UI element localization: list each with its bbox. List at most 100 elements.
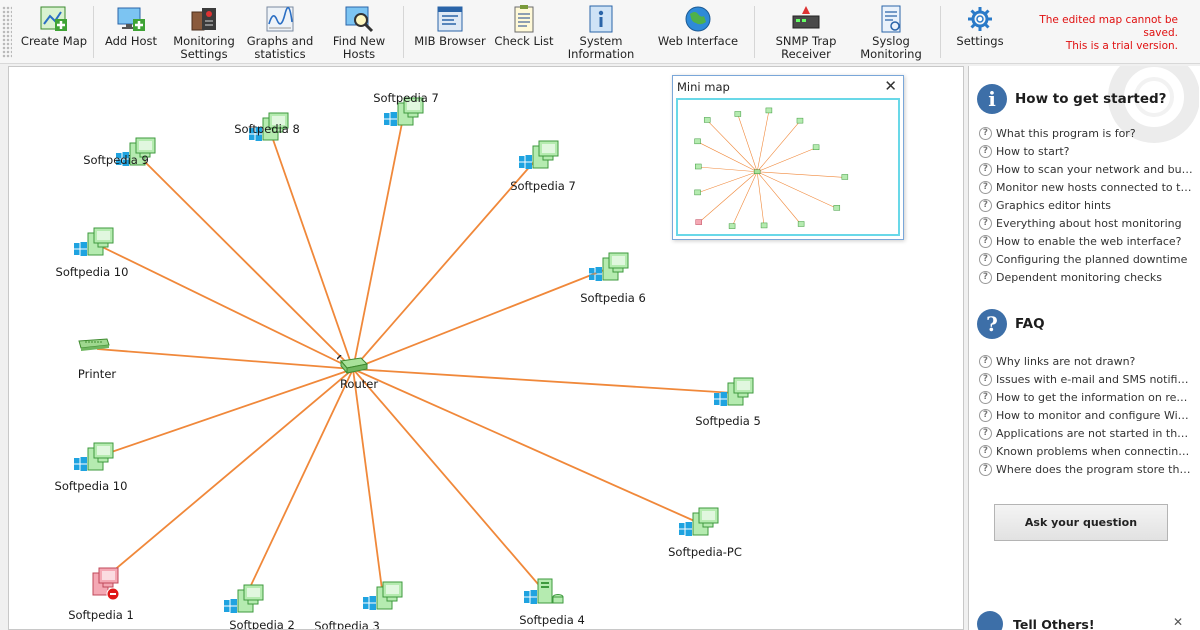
host-label: Printer <box>77 367 117 381</box>
computer-icon <box>714 377 756 415</box>
host-node[interactable]: Softpedia 10 <box>55 442 127 493</box>
help-link-item[interactable]: ? Where does the program store the data? <box>979 460 1193 478</box>
mini-map-window[interactable]: Mini map ✕ <box>672 75 904 240</box>
faq-header: ? FAQ <box>977 309 1045 339</box>
get-started-header: i How to get started? <box>977 84 1167 114</box>
help-link-label: Applications are not started in the back… <box>996 426 1193 440</box>
help-link-item[interactable]: ? Graphics editor hints <box>979 196 1193 214</box>
help-link-item[interactable]: ? Applications are not started in the bac… <box>979 424 1193 442</box>
host-node[interactable]: Softpedia 10 <box>56 227 128 279</box>
help-link-item[interactable]: ? Monitor new hosts connected to the netw… <box>979 178 1193 196</box>
network-link[interactable] <box>352 267 610 370</box>
network-link[interactable] <box>352 368 735 394</box>
toolbar-separator <box>940 6 941 58</box>
mini-map-link <box>697 141 758 173</box>
help-link-item[interactable]: ? Dependent monitoring checks <box>979 268 1193 286</box>
help-link-item[interactable]: ? How to scan your network and build a ma… <box>979 160 1193 178</box>
syslog-monitoring-label: Syslog Monitoring <box>860 34 922 61</box>
help-question-icon: ? <box>979 252 992 266</box>
network-link[interactable] <box>352 368 545 592</box>
share-icon <box>977 611 1003 630</box>
network-link[interactable] <box>135 152 354 370</box>
network-link[interactable] <box>98 368 354 584</box>
host-node[interactable]: Softpedia 5 <box>695 377 761 428</box>
host-node[interactable]: Softpedia 6 <box>580 252 646 305</box>
host-node[interactable]: Printer <box>77 333 116 381</box>
host-node[interactable]: Softpedia 8 <box>234 112 300 150</box>
mini-map-node <box>760 222 768 229</box>
trial-notice: The edited map cannot be saved. This is … <box>1039 14 1178 52</box>
mini-map-link <box>698 171 758 223</box>
network-link[interactable] <box>93 368 354 459</box>
help-question-icon: ? <box>979 216 992 230</box>
close-icon[interactable]: ✕ <box>884 77 897 95</box>
faq-list: ? Why links are not drawn? ? Issues with e-… <box>979 352 1193 478</box>
host-node[interactable]: Softpedia 7 <box>373 91 439 135</box>
help-link-label: Graphics editor hints <box>996 198 1111 212</box>
network-link[interactable] <box>352 368 384 598</box>
network-link[interactable] <box>352 368 700 524</box>
help-link-item[interactable]: ? Configuring the planned downtime <box>979 250 1193 268</box>
help-link-item[interactable]: ? Why links are not drawn? <box>979 352 1193 370</box>
syslog-monitoring-button[interactable]: Syslog Monitoring <box>852 0 930 62</box>
host-node[interactable]: Softpedia 9 <box>83 137 158 175</box>
host-node[interactable]: Softpedia 7 <box>510 140 576 193</box>
find-new-hosts-button[interactable]: Find New Hosts <box>325 0 393 62</box>
snmp-trap-receiver-button[interactable]: SNMP Trap Receiver <box>770 0 842 62</box>
mini-map-node <box>695 219 702 225</box>
host-node[interactable]: Softpedia 2 <box>224 584 295 629</box>
tell-others-title: Tell Others! <box>1013 616 1095 630</box>
printer-icon <box>77 333 111 357</box>
help-link-label: Why links are not drawn? <box>996 354 1136 368</box>
help-link-item[interactable]: ? Issues with e-mail and SMS notification… <box>979 370 1193 388</box>
network-link[interactable] <box>93 242 354 370</box>
toolbar-separator <box>754 6 755 58</box>
help-link-item[interactable]: ? How to get the information on remote ho… <box>979 388 1193 406</box>
mib-browser-button[interactable]: MIB Browser <box>414 0 486 62</box>
create-map-icon <box>37 4 71 34</box>
add-host-button[interactable]: Add Host <box>100 0 162 62</box>
globe-icon <box>681 4 715 34</box>
help-link-item[interactable]: ? How to start? <box>979 142 1193 160</box>
network-link[interactable] <box>96 348 354 370</box>
system-information-button[interactable]: System Information <box>564 0 638 62</box>
check-list-button[interactable]: Check List <box>494 0 554 62</box>
mini-map-node <box>765 107 773 114</box>
help-link-item[interactable]: ? How to monitor and configure Windows ho… <box>979 406 1193 424</box>
mini-map-router <box>753 169 761 175</box>
mini-map-link <box>707 120 758 172</box>
mini-map-view[interactable] <box>676 98 900 236</box>
network-link[interactable] <box>352 112 405 370</box>
graphs-statistics-button[interactable]: Graphs and statistics <box>246 0 314 62</box>
help-link-label: What this program is for? <box>996 126 1136 140</box>
help-link-item[interactable]: ? What this program is for? <box>979 124 1193 142</box>
close-icon[interactable]: ✕ <box>1173 615 1183 629</box>
mini-map-link <box>756 120 801 172</box>
help-link-label: How to monitor and configure Windows hos… <box>996 408 1193 422</box>
web-interface-button[interactable]: Web Interface <box>656 0 740 62</box>
host-node[interactable]: Softpedia 3 <box>314 581 405 629</box>
mini-map-link <box>757 171 837 209</box>
mini-map-node <box>694 138 701 145</box>
mini-map-node <box>833 205 841 211</box>
help-question-icon: ? <box>979 354 992 368</box>
system-information-icon <box>584 4 618 34</box>
settings-button[interactable]: Settings <box>950 0 1010 62</box>
host-node[interactable]: Softpedia 4 <box>519 575 585 627</box>
toolbar-grip[interactable] <box>2 6 12 58</box>
mini-map-preview <box>694 107 849 229</box>
network-link[interactable] <box>243 368 354 601</box>
help-question-icon: ? <box>979 144 992 158</box>
help-link-item[interactable]: ? Everything about host monitoring <box>979 214 1193 232</box>
host-node[interactable]: Softpedia-PC <box>668 507 742 559</box>
help-link-item[interactable]: ? How to enable the web interface? <box>979 232 1193 250</box>
create-map-button[interactable]: Create Map <box>20 0 88 62</box>
mini-map-node <box>796 117 804 124</box>
host-label: Softpedia 1 <box>68 608 134 622</box>
network-link[interactable] <box>268 127 354 370</box>
monitoring-settings-button[interactable]: Monitoring Settings <box>168 0 240 62</box>
router-node[interactable]: Router <box>336 354 378 391</box>
ask-question-button[interactable]: Ask your question <box>994 504 1168 541</box>
help-link-item[interactable]: ? Known problems when connecting to hosts <box>979 442 1193 460</box>
host-node[interactable]: Softpedia 1 <box>68 567 134 622</box>
